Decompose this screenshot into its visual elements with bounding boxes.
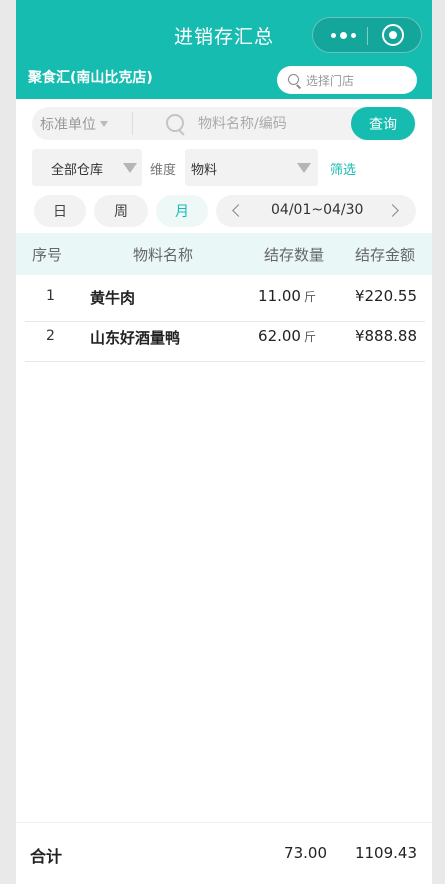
row-unit: 斤 xyxy=(303,290,316,304)
dimension-select[interactable]: 物料 xyxy=(185,149,318,186)
row-name: 黄牛肉 xyxy=(90,289,136,307)
search-input[interactable] xyxy=(198,107,358,140)
dimension-value: 物料 xyxy=(191,163,218,178)
total-quantity: 73.00 xyxy=(284,844,327,862)
phone-screen: 进销存汇总 聚食汇(南山比克店) 选择门店 标准单位 查询 全部仓库 维度 物料… xyxy=(16,0,432,884)
store-select-placeholder: 选择门店 xyxy=(306,73,355,88)
totals-footer: 合计 73.00 1109.43 xyxy=(16,822,432,884)
row-qty-value: 11.00 xyxy=(258,287,301,305)
period-week-button[interactable]: 周 xyxy=(94,195,148,227)
date-range-text: 04/01~04/30 xyxy=(271,202,364,218)
header-bar: 进销存汇总 聚食汇(南山比克店) 选择门店 xyxy=(16,0,432,99)
row-amount: ¥220.55 xyxy=(354,287,417,305)
row-unit: 斤 xyxy=(303,330,316,344)
row-index: 1 xyxy=(46,288,55,304)
more-icon[interactable] xyxy=(326,18,360,52)
column-header-quantity: 结存数量 xyxy=(264,246,325,264)
unit-select-label: 标准单位 xyxy=(40,116,96,133)
search-icon xyxy=(166,114,186,134)
row-index: 2 xyxy=(46,328,55,344)
chevron-down-icon xyxy=(123,163,137,173)
warehouse-select[interactable]: 全部仓库 xyxy=(32,149,142,186)
search-icon xyxy=(288,73,301,87)
table-header: 序号 物料名称 结存数量 结存金额 xyxy=(16,233,432,275)
row-amount: ¥888.88 xyxy=(354,327,417,345)
divider xyxy=(132,112,133,135)
chevron-down-icon xyxy=(297,163,311,173)
row-name: 山东好酒量鸭 xyxy=(90,329,181,347)
chevron-right-icon[interactable] xyxy=(386,204,399,217)
chevron-left-icon[interactable] xyxy=(232,204,245,217)
warehouse-value: 全部仓库 xyxy=(51,163,104,178)
period-month-button[interactable]: 月 xyxy=(156,195,208,227)
total-label: 合计 xyxy=(30,847,63,866)
unit-select[interactable]: 标准单位 xyxy=(40,107,108,140)
capsule-divider xyxy=(367,27,368,45)
store-name: 聚食汇(南山比克店) xyxy=(28,70,153,86)
filter-link[interactable]: 筛选 xyxy=(330,159,356,178)
query-button[interactable]: 查询 xyxy=(351,107,415,140)
row-quantity: 11.00 斤 xyxy=(211,287,316,305)
table-row[interactable]: 2 山东好酒量鸭 62.00 斤 ¥888.88 xyxy=(25,315,425,362)
column-header-name: 物料名称 xyxy=(133,246,194,264)
period-day-button[interactable]: 日 xyxy=(34,195,86,227)
mini-program-capsule xyxy=(312,17,422,53)
total-amount: 1109.43 xyxy=(354,844,417,862)
column-header-amount: 结存金额 xyxy=(355,246,416,264)
dimension-label: 维度 xyxy=(150,163,177,178)
column-header-index: 序号 xyxy=(32,246,63,264)
row-qty-value: 62.00 xyxy=(258,327,301,345)
store-select[interactable]: 选择门店 xyxy=(277,66,417,94)
row-quantity: 62.00 斤 xyxy=(211,327,316,345)
close-target-icon[interactable] xyxy=(382,24,404,46)
chevron-down-icon xyxy=(100,120,108,127)
date-range: 04/01~04/30 xyxy=(216,195,416,227)
